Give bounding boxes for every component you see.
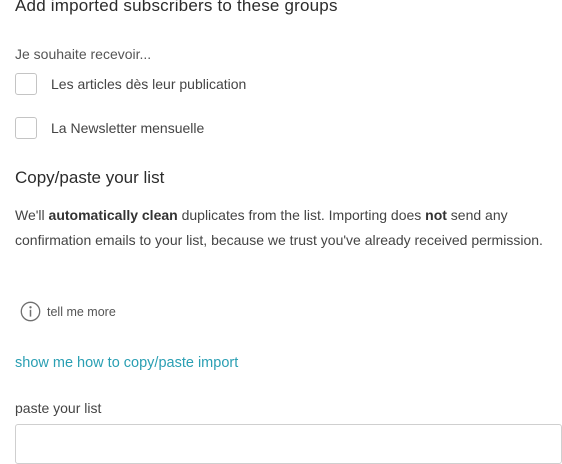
group-option-label: Les articles dès leur publication [51,76,247,92]
import-form: Add imported subscribers to these groups… [15,0,562,464]
desc-bold-not: not [425,207,447,223]
group-option-articles[interactable]: Les articles dès leur publication [15,73,246,95]
newsletter-checkbox[interactable] [15,117,37,139]
paste-list-textarea[interactable] [15,424,562,464]
paste-list-label: paste your list [15,400,102,416]
info-icon[interactable] [20,301,41,322]
tell-me-more-toggle[interactable]: tell me more [20,301,116,322]
groups-section-title: Add imported subscribers to these groups [15,0,338,15]
desc-bold-automatically-clean: automatically clean [48,207,178,223]
copy-paste-title: Copy/paste your list [15,168,165,187]
groups-intro-text: Je souhaite recevoir... [15,46,152,62]
group-option-newsletter[interactable]: La Newsletter mensuelle [15,117,204,139]
desc-text: duplicates from the list. Importing does [177,207,426,223]
group-option-label: La Newsletter mensuelle [51,120,205,136]
desc-text: We'll [15,207,49,223]
import-description: We'll automatically clean duplicates fro… [15,203,555,252]
copy-paste-howto-link[interactable]: show me how to copy/paste import [15,355,238,371]
tell-me-more-label[interactable]: tell me more [47,305,116,319]
articles-checkbox[interactable] [15,73,37,95]
